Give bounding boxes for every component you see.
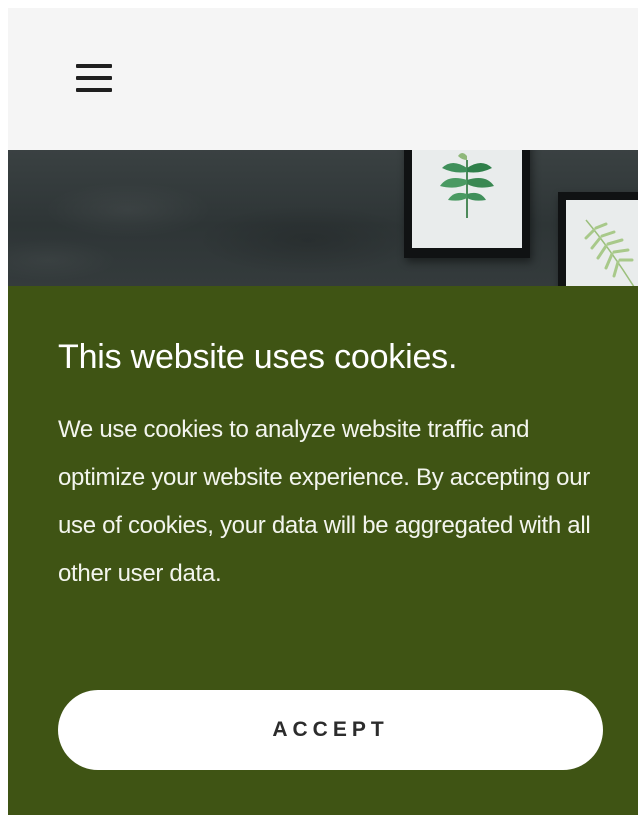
hamburger-menu-icon: [76, 64, 112, 92]
cookie-banner-text: We use cookies to analyze website traffi…: [58, 416, 591, 587]
cookie-banner-title: This website uses cookies.: [58, 338, 458, 376]
wall-texture: [8, 150, 638, 286]
cookie-banner: This website uses cookies. We use cookie…: [8, 286, 638, 815]
hero-image: [8, 150, 638, 286]
page: This website uses cookies. We use cookie…: [8, 8, 638, 815]
framed-plant-print-icon: [404, 150, 530, 258]
accept-cookies-button[interactable]: ACCEPT: [58, 690, 603, 770]
menu-button[interactable]: [72, 58, 116, 98]
framed-fern-print-icon: [558, 192, 638, 286]
top-bar: [8, 8, 638, 150]
